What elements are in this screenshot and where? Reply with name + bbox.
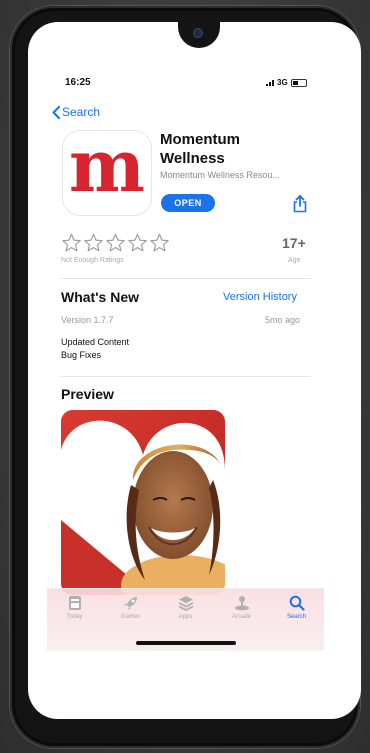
app-subtitle: Momentum Wellness Resou... — [160, 170, 280, 180]
preview-illustration — [61, 410, 225, 595]
status-indicators: 3G — [266, 78, 307, 87]
preview-screenshot[interactable] — [61, 410, 225, 595]
tab-apps[interactable]: Apps — [163, 595, 208, 620]
release-notes: Updated Content Bug Fixes — [61, 336, 129, 362]
tab-label: Arcade — [231, 614, 251, 620]
open-button[interactable]: OPEN — [161, 194, 215, 212]
tab-label: Today — [66, 614, 83, 620]
release-note: Bug Fixes — [61, 350, 102, 360]
joystick-icon — [234, 596, 249, 611]
release-age: 5mo ago — [265, 315, 301, 325]
release-note: Updated Content — [61, 337, 130, 347]
divider — [61, 376, 311, 377]
signal-icon — [266, 79, 274, 86]
tab-label: Apps — [178, 614, 193, 620]
age-label: Age — [288, 257, 301, 264]
battery-icon — [290, 78, 307, 87]
layers-icon — [178, 596, 193, 611]
back-button-label: Search — [62, 105, 101, 119]
share-button[interactable] — [292, 195, 308, 218]
app-name-line2: Wellness — [160, 150, 225, 167]
status-time: 16:25 — [65, 77, 91, 88]
version-number: Version 1.7.7 — [61, 315, 114, 325]
ratings-label: Not Enough Ratings — [61, 257, 124, 264]
search-icon — [289, 595, 305, 611]
app-icon-logo: m — [68, 123, 146, 208]
tab-label: Search — [286, 614, 306, 620]
star-icon — [128, 233, 147, 252]
share-icon — [293, 195, 307, 213]
back-button[interactable]: Search — [52, 105, 100, 119]
camera-icon — [193, 28, 203, 38]
tab-arcade[interactable]: Arcade — [219, 595, 264, 620]
today-icon — [68, 596, 81, 610]
age-rating: 17+ — [282, 235, 306, 251]
rocket-icon — [123, 597, 137, 610]
star-icon — [150, 233, 169, 252]
divider — [61, 278, 311, 279]
tab-games[interactable]: Games — [108, 595, 153, 620]
network-type: 3G — [277, 78, 288, 87]
star-icon — [106, 233, 125, 252]
home-indicator[interactable] — [136, 641, 236, 645]
preview-title: Preview — [61, 386, 114, 402]
tab-label: Games — [120, 614, 141, 620]
tab-search[interactable]: Search — [274, 595, 319, 620]
star-icon — [62, 233, 81, 252]
chevron-left-icon — [52, 105, 60, 119]
rating-stars — [61, 233, 170, 253]
tab-today[interactable]: Today — [52, 595, 97, 620]
app-icon: m — [62, 130, 152, 216]
app-name-line1: Momentum — [160, 131, 240, 148]
star-icon — [84, 233, 103, 252]
version-history-link[interactable]: Version History — [223, 291, 297, 303]
app-name: Momentum Wellness — [160, 130, 320, 168]
whats-new-title: What's New — [61, 289, 140, 305]
